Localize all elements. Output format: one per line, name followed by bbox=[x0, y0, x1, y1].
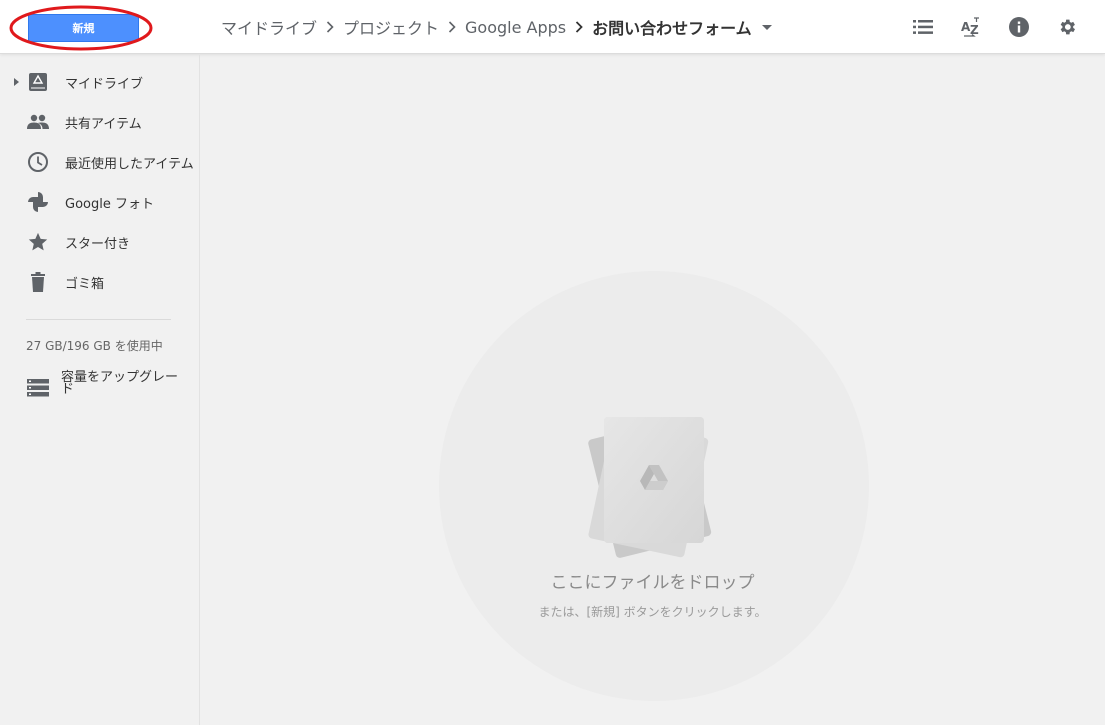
list-view-icon[interactable] bbox=[911, 15, 935, 39]
info-icon[interactable] bbox=[1007, 15, 1031, 39]
people-icon bbox=[26, 110, 50, 134]
drive-icon bbox=[26, 70, 50, 94]
storage-usage: 27 GB/196 GB を使用中 bbox=[26, 339, 163, 353]
main-content[interactable]: ここにファイルをドロップ または、[新規] ボタンをクリックします。 bbox=[200, 55, 1105, 725]
sidebar-item-google-photos[interactable]: Google フォト bbox=[0, 182, 199, 222]
breadcrumb-google-apps[interactable]: Google Apps bbox=[465, 18, 566, 37]
gear-icon[interactable] bbox=[1055, 15, 1079, 39]
sidebar: マイドライブ 共有アイテム 最近使用したアイテム Google フォト スター付… bbox=[0, 55, 200, 725]
sidebar-item-label: スター付き bbox=[65, 236, 131, 252]
caret-down-icon[interactable] bbox=[761, 24, 772, 30]
sidebar-item-recent[interactable]: 最近使用したアイテム bbox=[0, 142, 199, 182]
photos-pinwheel-icon bbox=[26, 190, 50, 214]
upgrade-storage-link[interactable]: 容量をアップグレード bbox=[0, 369, 199, 403]
sidebar-item-starred[interactable]: スター付き bbox=[0, 222, 199, 262]
top-bar: 新規 マイドライブ プロジェクト Google Apps お問い合わせフォーム … bbox=[0, 0, 1105, 54]
sidebar-item-label: ゴミ箱 bbox=[65, 276, 105, 292]
expand-arrow-icon[interactable] bbox=[14, 78, 19, 86]
drive-documents-illustration bbox=[588, 417, 712, 558]
drop-subtitle: または、[新規] ボタンをクリックします。 bbox=[538, 605, 767, 619]
trash-icon bbox=[26, 270, 50, 294]
upgrade-storage-label: 容量をアップグレード bbox=[61, 370, 179, 397]
chevron-right-icon bbox=[566, 21, 592, 33]
sidebar-item-label: 最近使用したアイテム bbox=[65, 156, 194, 172]
sidebar-item-label: マイドライブ bbox=[65, 76, 144, 92]
breadcrumb-my-drive[interactable]: マイドライブ bbox=[221, 15, 317, 39]
sidebar-item-label: Google フォト bbox=[65, 196, 154, 212]
breadcrumb-project[interactable]: プロジェクト bbox=[343, 15, 439, 39]
clock-icon bbox=[26, 150, 50, 174]
sidebar-item-label: 共有アイテム bbox=[65, 116, 142, 132]
chevron-right-icon bbox=[317, 21, 343, 33]
breadcrumb-current-folder[interactable]: お問い合わせフォーム bbox=[592, 15, 752, 39]
chevron-right-icon bbox=[439, 21, 465, 33]
svg-text:Z: Z bbox=[970, 23, 979, 37]
sort-az-icon[interactable]: A Z bbox=[959, 15, 983, 39]
sidebar-item-trash[interactable]: ゴミ箱 bbox=[0, 262, 199, 302]
drop-title: ここにファイルをドロップ bbox=[550, 573, 755, 593]
star-icon bbox=[26, 230, 50, 254]
breadcrumb: マイドライブ プロジェクト Google Apps お問い合わせフォーム bbox=[221, 0, 772, 54]
new-button[interactable]: 新規 bbox=[28, 14, 139, 42]
storage-icon bbox=[26, 376, 50, 400]
sidebar-divider bbox=[26, 319, 171, 320]
sidebar-item-my-drive[interactable]: マイドライブ bbox=[0, 62, 199, 102]
sidebar-item-shared[interactable]: 共有アイテム bbox=[0, 102, 199, 142]
